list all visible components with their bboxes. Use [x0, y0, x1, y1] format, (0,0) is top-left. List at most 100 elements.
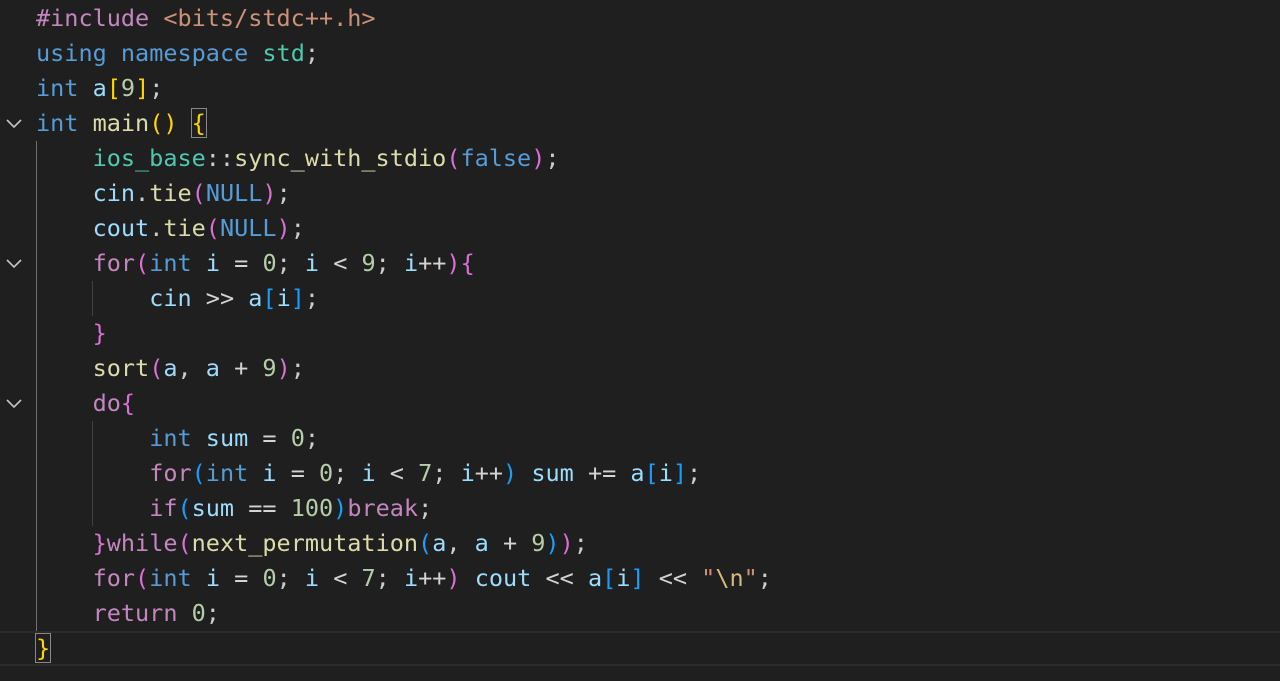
code-token: ;	[276, 179, 291, 207]
code-text: do{	[36, 386, 135, 421]
code-token: a	[248, 284, 263, 312]
chevron-down-icon[interactable]	[4, 246, 24, 281]
code-token: i	[403, 564, 419, 592]
code-token: ::	[205, 144, 235, 172]
code-token: (	[177, 529, 192, 557]
code-token: tie	[163, 214, 206, 242]
code-token: (	[149, 354, 164, 382]
code-token: +	[502, 529, 518, 557]
code-token: (	[191, 459, 206, 487]
code-token: )	[545, 529, 560, 557]
code-token: +	[234, 354, 249, 382]
chevron-down-icon[interactable]	[4, 386, 24, 421]
code-token: i	[262, 459, 277, 487]
code-text: #include <bits/stdc++.h>	[36, 1, 376, 36]
code-token: ;	[573, 529, 588, 557]
code-line[interactable]: }	[0, 316, 1280, 351]
code-token: int	[149, 424, 192, 452]
code-line[interactable]: #include <bits/stdc++.h>	[0, 1, 1280, 36]
code-line[interactable]: sort(a, a + 9);	[0, 351, 1280, 386]
code-text: for(int i = 0; i < 9; i++){	[36, 246, 475, 281]
code-editor[interactable]: #include <bits/stdc++.h> using namespace …	[0, 0, 1280, 681]
code-line[interactable]: return 0;	[0, 596, 1280, 631]
code-token: 9	[262, 354, 277, 382]
code-line[interactable]: ios_base::sync_with_stdio(false);	[0, 141, 1280, 176]
code-token: (	[177, 494, 192, 522]
chevron-down-icon[interactable]	[4, 106, 24, 141]
code-token: break	[347, 494, 419, 522]
code-token: i	[205, 564, 220, 592]
code-token: "	[701, 564, 716, 592]
code-token: i	[658, 459, 673, 487]
code-line[interactable]: }while(next_permutation(a, a + 9));	[0, 526, 1280, 561]
code-line[interactable]: cout.tie(NULL);	[0, 211, 1280, 246]
code-line[interactable]: for(int i = 0; i < 9; i++){	[0, 246, 1280, 281]
code-text: for(int i = 0; i < 7; i++) sum += a[i];	[36, 456, 701, 491]
code-line[interactable]: if(sum == 100)break;	[0, 491, 1280, 526]
code-token: ++	[474, 459, 504, 487]
code-line[interactable]: int a[9];	[0, 71, 1280, 106]
code-token: ;	[290, 354, 305, 382]
code-token: ;	[432, 459, 461, 487]
code-token: tie	[149, 179, 192, 207]
code-line[interactable]: cin >> a[i];	[0, 281, 1280, 316]
code-token: 0	[191, 599, 206, 627]
code-line[interactable]: int sum = 0;	[0, 421, 1280, 456]
code-token: ;	[333, 459, 362, 487]
code-token: }	[92, 319, 107, 347]
code-text: cout.tie(NULL);	[36, 211, 305, 246]
code-token: ;	[304, 39, 320, 67]
code-token: 0	[262, 564, 277, 592]
code-token: ]	[630, 564, 645, 592]
code-token: 7	[361, 564, 376, 592]
code-token: sum	[191, 494, 235, 522]
code-line[interactable]: for(int i = 0; i < 7; i++) sum += a[i];	[0, 456, 1280, 491]
code-token: i	[276, 284, 291, 312]
code-token: ;	[304, 424, 320, 452]
code-token: 7	[418, 459, 433, 487]
code-text: }while(next_permutation(a, a + 9));	[36, 526, 588, 561]
code-token: next_permutation	[191, 529, 419, 557]
code-line[interactable]: for(int i = 0; i < 7; i++) cout << a[i] …	[0, 561, 1280, 596]
code-line[interactable]: cin.tie(NULL);	[0, 176, 1280, 211]
code-text: }	[34, 633, 52, 664]
code-line[interactable]: }	[0, 631, 1280, 666]
code-token: ;	[757, 564, 772, 592]
code-token: i	[205, 249, 220, 277]
code-token: ++	[418, 564, 447, 592]
code-token: {	[460, 249, 475, 277]
code-line[interactable]: do{	[0, 386, 1280, 421]
code-token: ,	[446, 529, 475, 557]
code-line[interactable]: int main() {	[0, 106, 1280, 141]
code-token: )	[262, 179, 277, 207]
code-token: main	[92, 109, 150, 137]
code-line[interactable]: using namespace std;	[0, 36, 1280, 71]
code-token: {	[120, 389, 136, 417]
code-token: int	[205, 459, 249, 487]
